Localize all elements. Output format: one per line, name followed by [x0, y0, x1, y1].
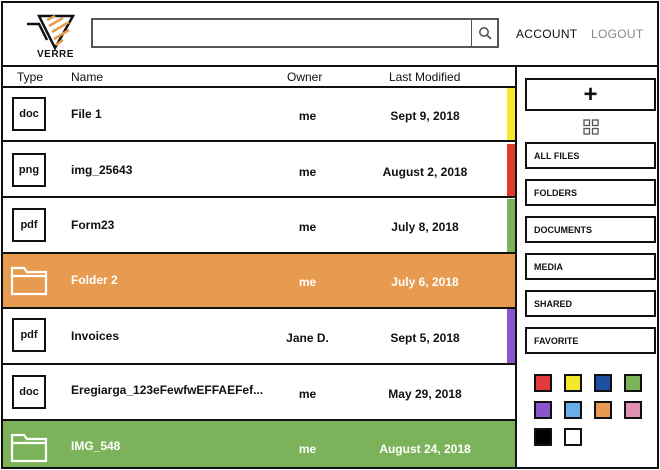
filter-folders[interactable]: FOLDERS — [525, 179, 656, 206]
file-modified-date: August 2, 2018 — [382, 165, 468, 179]
sidebar: + ALL FILES FOLDERS DOCUMENTS MEDIA SHAR… — [515, 67, 657, 467]
file-modified-date: Sept 9, 2018 — [390, 109, 460, 123]
search-bar — [91, 18, 499, 48]
file-type-badge: png — [12, 153, 46, 187]
folder-row[interactable]: IMG_548 me August 24, 2018 — [3, 421, 515, 467]
logo-mark-icon — [27, 14, 76, 51]
file-name: File 1 — [71, 107, 102, 121]
app-window: VERRE ACCOUNT LOGOUT Type Name Owner Las… — [1, 1, 659, 469]
file-row[interactable]: pdf Form23 me July 8, 2018 — [3, 199, 515, 254]
file-modified-date: Sept 5, 2018 — [390, 331, 460, 345]
file-owner: me — [298, 275, 317, 289]
file-name: Invoices — [71, 329, 120, 343]
search-button[interactable] — [471, 20, 497, 46]
file-row[interactable]: doc File 1 me Sept 9, 2018 — [3, 88, 515, 142]
file-type-badge: pdf — [12, 208, 46, 242]
filter-media[interactable]: MEDIA — [525, 253, 656, 280]
verre-logo[interactable]: VERRE — [25, 12, 77, 60]
file-name: Eregiarga_123eFewfwEFFAEFef... — [71, 383, 264, 397]
color-tag — [507, 88, 515, 140]
color-swatch-purple[interactable] — [534, 401, 552, 419]
grid-view-icon[interactable] — [583, 119, 599, 135]
file-row[interactable]: png img_25643 me August 2, 2018 — [3, 144, 515, 198]
file-owner: Jane D. — [286, 331, 329, 345]
color-tag — [507, 144, 515, 196]
file-type-badge: doc — [12, 375, 46, 409]
file-row[interactable]: doc Eregiarga_123eFewfwEFFAEFef... me Ma… — [3, 365, 515, 421]
file-owner: me — [298, 387, 317, 401]
column-header-name[interactable]: Name — [71, 70, 103, 84]
column-header-type[interactable]: Type — [17, 70, 43, 84]
file-owner: me — [298, 165, 317, 179]
folder-icon — [10, 433, 48, 463]
new-item-button[interactable]: + — [525, 78, 656, 111]
file-owner: me — [298, 109, 317, 123]
file-row[interactable]: pdf Invoices Jane D. Sept 5, 2018 — [3, 309, 515, 365]
filter-documents[interactable]: DOCUMENTS — [525, 216, 656, 243]
logout-link[interactable]: LOGOUT — [591, 27, 643, 41]
file-modified-date: May 29, 2018 — [388, 387, 462, 401]
color-swatch-black[interactable] — [534, 428, 552, 446]
file-name: Folder 2 — [71, 273, 118, 287]
account-link[interactable]: ACCOUNT — [516, 27, 577, 41]
color-swatch-blue[interactable] — [594, 374, 612, 392]
file-modified-date: July 6, 2018 — [391, 275, 459, 289]
filter-all-files[interactable]: ALL FILES — [525, 142, 656, 169]
file-owner: me — [298, 442, 317, 456]
color-swatch-light-blue[interactable] — [564, 401, 582, 419]
logo-text: VERRE — [37, 49, 74, 60]
color-swatch-orange[interactable] — [594, 401, 612, 419]
file-name: IMG_548 — [71, 439, 121, 453]
filter-favorite[interactable]: FAVORITE — [525, 327, 656, 354]
search-input[interactable] — [93, 20, 471, 46]
color-swatch-white[interactable] — [564, 428, 582, 446]
color-tag — [507, 309, 515, 363]
folder-row-selected[interactable]: Folder 2 me July 6, 2018 — [3, 254, 515, 309]
column-header-last-modified[interactable]: Last Modified — [389, 70, 460, 84]
filter-shared[interactable]: SHARED — [525, 290, 656, 317]
file-type-badge: doc — [12, 97, 46, 131]
color-swatch-red[interactable] — [534, 374, 552, 392]
color-swatch-pink[interactable] — [624, 401, 642, 419]
color-swatch-green[interactable] — [624, 374, 642, 392]
color-tag — [507, 199, 515, 252]
file-modified-date: July 8, 2018 — [391, 220, 459, 234]
color-swatch-yellow[interactable] — [564, 374, 582, 392]
file-type-badge: pdf — [12, 318, 46, 352]
file-name: Form23 — [71, 218, 115, 232]
file-owner: me — [298, 220, 317, 234]
file-table-header: Type Name Owner Last Modified — [3, 67, 515, 88]
search-icon — [478, 27, 492, 40]
file-name: img_25643 — [71, 163, 133, 177]
column-header-owner[interactable]: Owner — [287, 70, 322, 84]
header: VERRE ACCOUNT LOGOUT — [3, 3, 657, 67]
file-modified-date: August 24, 2018 — [379, 442, 471, 456]
folder-icon — [10, 266, 48, 296]
